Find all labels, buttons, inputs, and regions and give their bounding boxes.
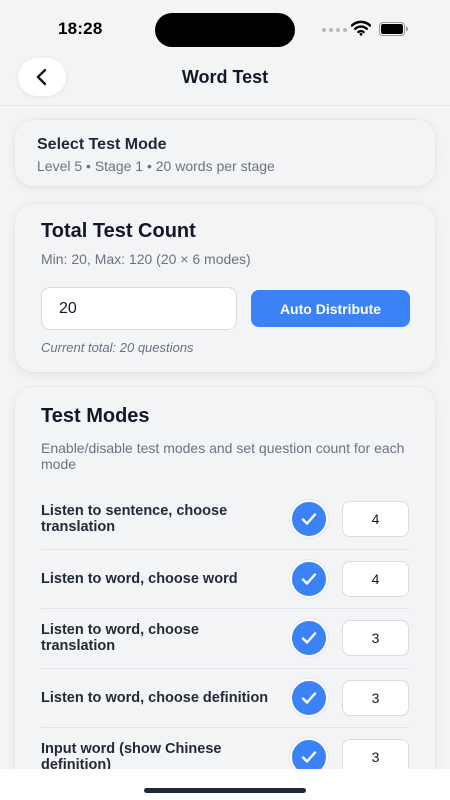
mode-label: Listen to word, choose word (41, 570, 238, 587)
dynamic-island (155, 13, 295, 47)
mode-count-input[interactable] (342, 501, 409, 538)
page-title: Word Test (181, 67, 269, 87)
checkmark-icon (301, 573, 317, 585)
mode-label: Input word (show Chinese definition) (41, 741, 222, 769)
test-count-subtitle: Min: 20, Max: 120 (20 × 6 modes) (41, 251, 251, 267)
select-mode-title: Select Test Mode (37, 136, 167, 153)
select-mode-card: Select Test Mode Level 5 • Stage 1 • 20 … (15, 120, 435, 186)
home-indicator-area (0, 769, 450, 800)
mode-list: Listen to sentence, choose translation L… (41, 490, 409, 769)
mode-checkbox[interactable] (290, 500, 328, 539)
mode-row: Listen to word, choose definition (41, 669, 409, 728)
mode-row: Input word (show Chinese definition) (41, 728, 409, 769)
mode-checkbox[interactable] (290, 738, 328, 769)
checkmark-icon (301, 751, 317, 763)
status-time: 18:28 (58, 19, 103, 38)
mode-count-input[interactable] (342, 679, 409, 716)
auto-distribute-button[interactable]: Auto Distribute (251, 290, 410, 327)
checkmark-icon (301, 513, 317, 525)
battery-icon (379, 22, 408, 36)
checkmark-icon (301, 632, 317, 644)
nav-bar: Word Test (0, 58, 450, 106)
mode-label: Listen to sentence, choose translation (41, 503, 228, 536)
status-bar: 18:28 (0, 0, 450, 58)
signal-dots-icon (322, 28, 347, 32)
mode-checkbox[interactable] (290, 619, 328, 658)
test-count-row: Auto Distribute (41, 287, 410, 330)
content-scroll-area[interactable]: Select Test Mode Level 5 • Stage 1 • 20 … (0, 107, 450, 769)
test-modes-card: Test Modes Enable/disable test modes and… (15, 387, 435, 769)
word-test-screen: 18:28 Word Test Select Test Mode Level 5 (0, 0, 450, 800)
checkmark-icon (301, 692, 317, 704)
mode-checkbox[interactable] (290, 559, 328, 598)
select-mode-subtitle: Level 5 • Stage 1 • 20 words per stage (37, 158, 275, 174)
mode-count-input[interactable] (342, 560, 409, 597)
current-total-text: Current total: 20 questions (41, 340, 194, 355)
mode-label: Listen to word, choose translation (41, 622, 199, 655)
test-count-card: Total Test Count Min: 20, Max: 120 (20 ×… (15, 204, 435, 372)
test-count-title: Total Test Count (41, 220, 196, 242)
mode-checkbox[interactable] (290, 678, 328, 717)
test-modes-title: Test Modes (41, 405, 150, 427)
mode-count-input[interactable] (342, 739, 409, 769)
test-modes-subtitle: Enable/disable test modes and set questi… (41, 440, 405, 472)
mode-row: Listen to word, choose word (41, 550, 409, 609)
mode-count-input[interactable] (342, 620, 409, 657)
mode-label: Listen to word, choose definition (41, 689, 269, 706)
home-indicator[interactable] (144, 788, 306, 793)
total-count-input[interactable] (41, 287, 237, 330)
mode-row: Listen to word, choose translation (41, 609, 409, 669)
mode-row: Listen to sentence, choose translation (41, 490, 409, 550)
wifi-icon (351, 20, 371, 36)
